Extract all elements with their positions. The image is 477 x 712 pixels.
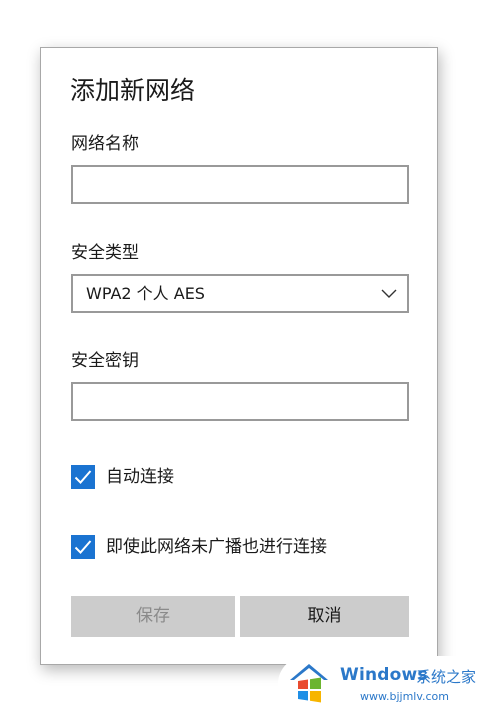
save-button[interactable]: 保存 <box>71 596 235 637</box>
connect-hidden-checkbox[interactable] <box>71 535 95 559</box>
checkmark-icon <box>74 470 92 484</box>
chevron-down-icon <box>381 289 397 298</box>
network-name-label: 网络名称 <box>71 134 139 154</box>
dialog-title: 添加新网络 <box>70 76 196 105</box>
security-type-selected-value: WPA2 个人 AES <box>86 284 205 303</box>
security-key-label: 安全密钥 <box>71 351 139 371</box>
add-network-dialog: 添加新网络 网络名称 安全类型 WPA2 个人 AES 安全密钥 自动连接 即使… <box>40 47 438 665</box>
cancel-button[interactable]: 取消 <box>240 596 409 637</box>
security-key-input[interactable] <box>71 382 409 421</box>
watermark-site-name: 系统之家 <box>416 668 477 686</box>
checkmark-icon <box>74 540 92 554</box>
security-type-label: 安全类型 <box>71 243 139 263</box>
watermark-brand: Windows <box>340 665 428 685</box>
auto-connect-label: 自动连接 <box>106 467 174 487</box>
network-name-input[interactable] <box>71 165 409 204</box>
auto-connect-checkbox-row[interactable]: 自动连接 <box>71 465 271 491</box>
connect-hidden-checkbox-row[interactable]: 即使此网络未广播也进行连接 <box>71 535 371 561</box>
watermark: Windows 系统之家 www.bjjmlv.com <box>278 656 477 712</box>
connect-hidden-label: 即使此网络未广播也进行连接 <box>106 537 327 557</box>
windows-house-logo-icon <box>290 664 328 703</box>
watermark-url: www.bjjmlv.com <box>360 690 449 703</box>
security-type-dropdown[interactable]: WPA2 个人 AES <box>71 274 409 313</box>
auto-connect-checkbox[interactable] <box>71 465 95 489</box>
